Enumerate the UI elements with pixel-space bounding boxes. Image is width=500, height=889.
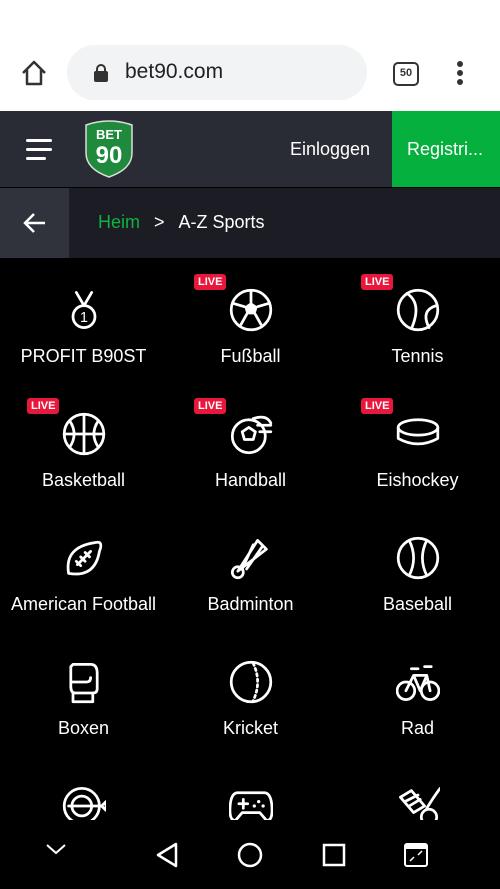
sport-label: American Football [10,594,157,614]
lock-icon [94,64,108,82]
sport-label: Rad [400,718,435,738]
shuttlecock-icon [230,539,268,580]
arrow-left-icon [22,213,45,233]
back-button[interactable] [0,188,69,258]
sport-label: Eishockey [376,470,459,490]
sport-label: Fußball [220,346,281,366]
breadcrumb-separator: > [154,212,165,232]
breadcrumb-home-link[interactable]: Heim [98,212,140,232]
browser-toolbar: bet90.com 50 [0,34,500,111]
sport-item[interactable]: Kricket [167,660,334,739]
basketball-icon [62,412,105,456]
svg-text:BET: BET [96,127,122,142]
breadcrumb-current: A-Z Sports [178,212,265,232]
soccer-ball-icon [229,288,272,332]
sport-item[interactable]: Eishockey LIVE [334,398,500,491]
chevron-down-icon[interactable] [45,842,67,856]
register-button[interactable]: Registri... [392,111,500,187]
sport-label: Basketball [41,470,126,490]
sport-item[interactable]: Baseball [334,536,500,615]
live-badge: LIVE [194,398,227,414]
breadcrumb: Heim > A-Z Sports [0,188,500,258]
american-football-icon [66,540,102,576]
back-triangle-icon[interactable] [155,842,179,868]
handball-icon [230,415,272,455]
home-icon[interactable] [20,59,48,87]
svg-text:1: 1 [80,310,88,326]
sport-item[interactable]: 1 PROFIT B90ST [0,288,167,367]
hockey-puck-icon [396,418,439,446]
sport-label: Handball [214,470,287,490]
live-badge: LIVE [361,398,394,414]
sport-item[interactable]: Boxen [0,660,167,739]
home-circle-icon[interactable] [237,842,263,868]
live-badge: LIVE [194,274,227,290]
sport-item[interactable]: Fußball LIVE [167,274,334,367]
site-header: BET 90 Einloggen Registri... [0,111,500,187]
sport-item[interactable]: Tennis LIVE [334,274,500,367]
sport-label: Badminton [207,594,294,614]
sport-item[interactable]: Badminton [167,536,334,615]
svg-text:90: 90 [96,142,123,169]
bet90-logo[interactable]: BET90 [82,119,136,179]
sport-label: PROFIT B90ST [20,346,147,366]
login-button[interactable]: Einloggen [290,139,370,160]
url-bar[interactable]: bet90.com [67,45,367,100]
hamburger-menu-icon[interactable] [26,139,52,166]
boxing-glove-icon [68,663,99,704]
resize-window-icon[interactable] [404,843,428,867]
android-nav-bar [0,820,500,889]
live-badge: LIVE [361,274,394,290]
sport-label: Kricket [222,718,278,738]
url-text: bet90.com [125,60,224,83]
sport-label: Tennis [391,346,444,366]
baseball-icon [396,536,439,580]
sport-label: Boxen [57,718,110,738]
sport-label: Baseball [382,594,453,614]
status-bar [0,0,500,34]
tennis-ball-icon [396,288,439,332]
recents-square-icon[interactable] [322,843,346,867]
cricket-ball-icon [229,660,272,704]
sport-item[interactable]: Handball LIVE [167,398,334,491]
tab-switcher-button[interactable]: 50 [393,62,419,86]
live-badge: LIVE [27,398,60,414]
more-menu-icon[interactable] [457,61,463,88]
bicycle-icon [395,665,440,701]
sport-item[interactable]: American Football [0,536,167,615]
sport-item[interactable]: Rad [334,660,500,739]
sport-item[interactable]: Basketball LIVE [0,398,167,491]
medal-icon: 1 [71,291,96,329]
